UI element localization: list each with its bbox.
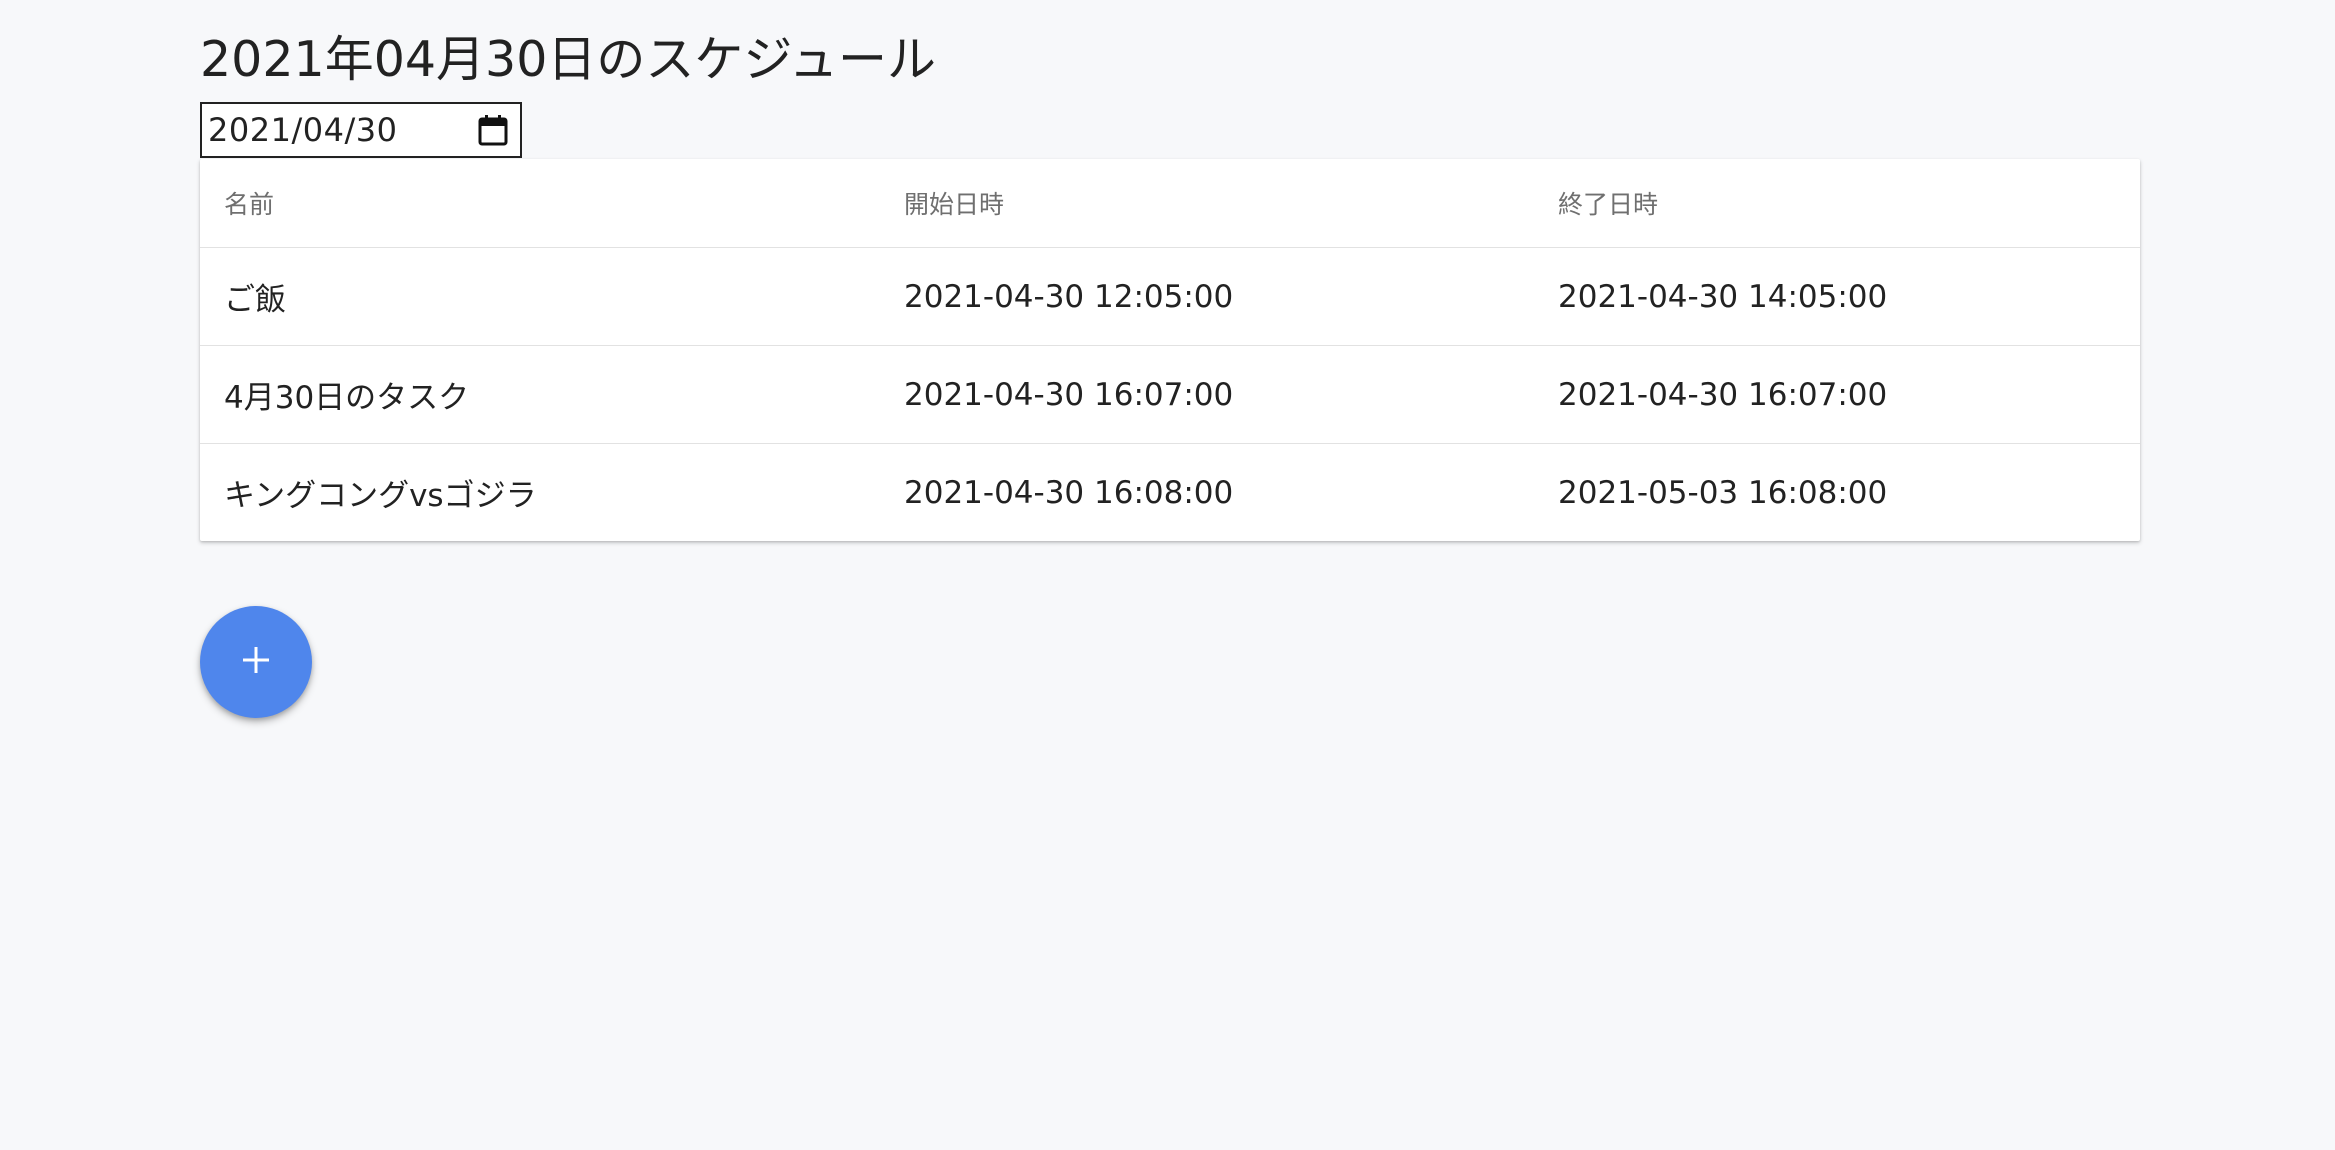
row-name-cell: ご飯 — [200, 247, 880, 346]
schedule-table: 名前 開始日時 終了日時 ご飯 2021-04-30 12:05:00 2021… — [200, 159, 2140, 541]
main-content: 2021年04月30日のスケジュール 2021/04/30 名前 開始日時 終了… — [200, 0, 2140, 541]
row-name-cell: キングコングvsゴジラ — [224, 478, 537, 514]
table-row[interactable]: 4月30日のタスク 2021-04-30 16:07:00 2021-04-30… — [200, 345, 2140, 444]
add-schedule-button[interactable] — [200, 606, 312, 718]
row-start-cell: 2021-04-30 12:05:00 — [880, 247, 1534, 346]
row-start-cell: 2021-04-30 16:07:00 — [880, 345, 1534, 444]
plus-icon — [239, 643, 273, 681]
date-value: 2021/04/30 — [208, 111, 398, 149]
row-end-cell: 2021-04-30 14:05:00 — [1534, 247, 2140, 346]
table-row[interactable]: キングコングvsゴジラ 2021-04-30 16:08:00 2021-05-… — [200, 444, 2140, 542]
row-end-cell: 2021-04-30 16:07:00 — [1534, 345, 2140, 444]
page-title: 2021年04月30日のスケジュール — [200, 31, 936, 88]
column-header-start: 開始日時 — [880, 159, 1534, 248]
row-start-cell: 2021-04-30 16:08:00 — [904, 474, 1234, 511]
row-end-cell: 2021-05-03 16:08:00 — [1558, 474, 1888, 511]
table-row[interactable]: ご飯 2021-04-30 12:05:00 2021-04-30 14:05:… — [200, 247, 2140, 346]
column-header-end: 終了日時 — [1534, 159, 2140, 248]
table-header-row: 名前 開始日時 終了日時 — [200, 159, 2140, 248]
calendar-icon[interactable] — [476, 112, 510, 148]
date-input[interactable]: 2021/04/30 — [200, 102, 522, 158]
column-header-name: 名前 — [200, 159, 880, 248]
row-name-cell: 4月30日のタスク — [200, 345, 880, 444]
